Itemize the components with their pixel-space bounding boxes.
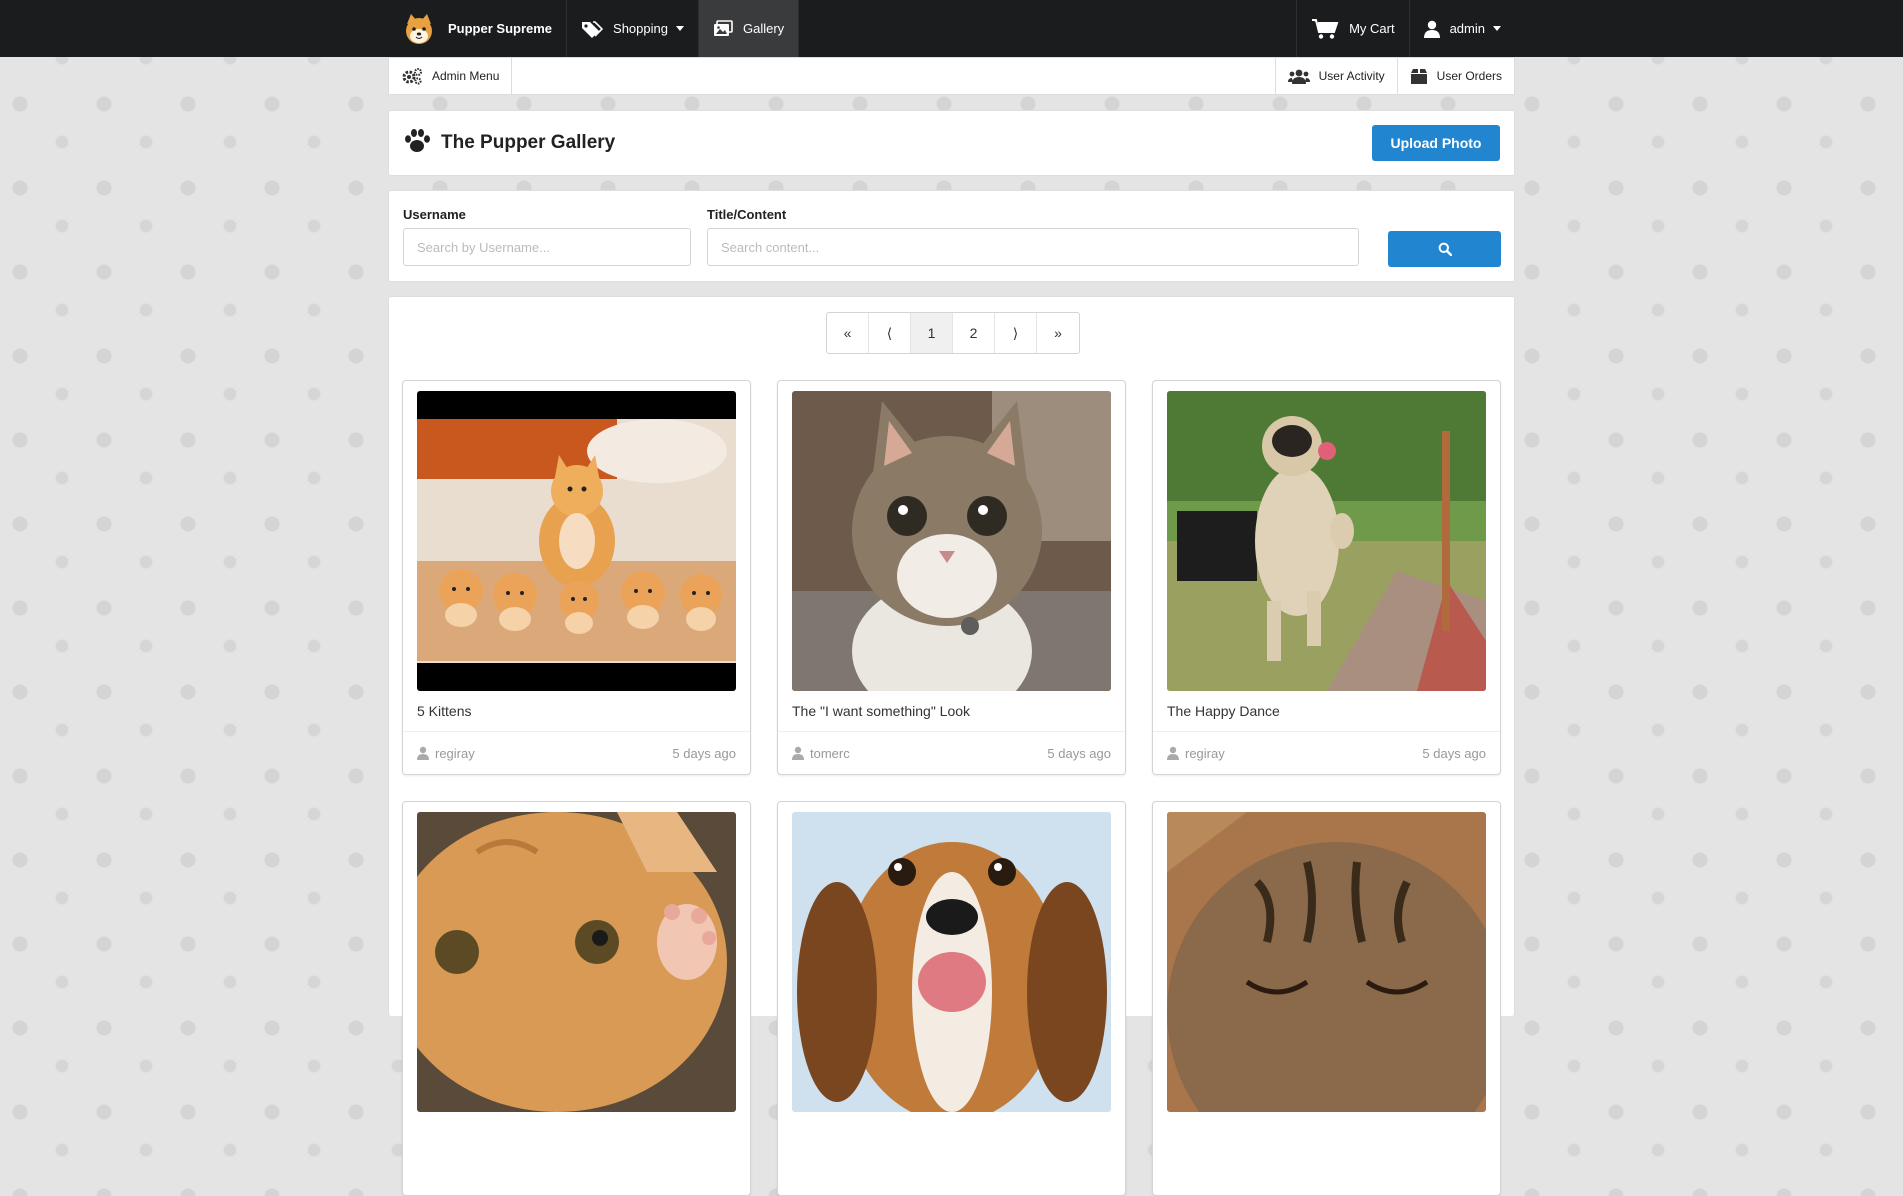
- card-timestamp: 5 days ago: [1422, 745, 1486, 761]
- username-search-input[interactable]: [403, 228, 691, 266]
- card-author[interactable]: regiray: [1167, 746, 1225, 761]
- chevron-down-icon: [675, 26, 684, 31]
- chevron-down-icon: [1493, 26, 1501, 31]
- page-2-button[interactable]: 2: [953, 313, 995, 353]
- shiba-logo-icon: [406, 13, 432, 44]
- card-title[interactable]: The "I want something" Look: [792, 703, 970, 719]
- card-meta: regiray 5 days ago: [1153, 731, 1500, 774]
- gallery-label: Gallery: [742, 21, 785, 36]
- user-label: admin: [1449, 21, 1485, 36]
- brand-link[interactable]: Pupper Supreme: [388, 0, 568, 57]
- paw-icon: [403, 128, 431, 159]
- card-author-name: regiray: [435, 745, 475, 761]
- last-page-button[interactable]: »: [1037, 313, 1079, 353]
- page-title: The Pupper Gallery: [441, 132, 616, 153]
- top-navbar-inner: Pupper Supreme Shopping Gallery My Cart: [388, 0, 1515, 57]
- admin-subnav: Admin Menu User Activity User Orders: [388, 57, 1515, 95]
- top-navbar: Pupper Supreme Shopping Gallery My Cart: [0, 0, 1903, 57]
- user-icon: [417, 746, 429, 760]
- card-meta: tomerc 5 days ago: [778, 731, 1125, 774]
- subnav-right-group: User Activity User Orders: [1274, 58, 1514, 94]
- content-label: Title/Content: [707, 207, 787, 222]
- user-orders-label: User Orders: [1436, 69, 1502, 83]
- nav-right-group: My Cart admin: [1296, 0, 1515, 57]
- user-menu[interactable]: admin: [1408, 0, 1515, 57]
- card-author-name: regiray: [1185, 745, 1225, 761]
- page-1-button[interactable]: 1: [911, 313, 953, 353]
- search-button[interactable]: [1388, 231, 1501, 267]
- search-form: Username Title/Content: [388, 190, 1515, 282]
- username-field-group: Username: [403, 207, 691, 266]
- cart-link[interactable]: My Cart: [1296, 0, 1409, 57]
- user-icon: [792, 746, 804, 760]
- card-title[interactable]: 5 Kittens: [417, 703, 471, 719]
- content-search-input[interactable]: [707, 228, 1359, 266]
- cogs-icon: [401, 67, 423, 85]
- cart-icon: [1311, 18, 1339, 40]
- next-page-button[interactable]: ⟩: [995, 313, 1037, 353]
- user-orders-link[interactable]: User Orders: [1396, 58, 1514, 94]
- pagination: « ⟨ 1 2 ⟩ »: [826, 312, 1080, 354]
- card-author[interactable]: tomerc: [792, 746, 850, 761]
- tags-icon: [581, 20, 604, 38]
- user-activity-link[interactable]: User Activity: [1274, 58, 1397, 94]
- admin-menu-link[interactable]: Admin Menu: [389, 58, 513, 94]
- gallery-menu[interactable]: Gallery: [698, 0, 800, 57]
- prev-page-button[interactable]: ⟨: [869, 313, 911, 353]
- orange-kitten-photo[interactable]: [417, 812, 736, 1112]
- gallery-card[interactable]: The "I want something" Look tomerc 5 day…: [777, 380, 1126, 775]
- shopping-menu[interactable]: Shopping: [567, 0, 699, 57]
- upload-photo-button[interactable]: Upload Photo: [1372, 125, 1500, 161]
- card-timestamp: 5 days ago: [672, 745, 736, 761]
- shopping-label: Shopping: [613, 21, 668, 36]
- gallery-header: The Pupper Gallery Upload Photo: [388, 110, 1515, 176]
- gallery-card[interactable]: [777, 801, 1126, 1196]
- admin-menu-label: Admin Menu: [432, 69, 500, 83]
- gallery-card[interactable]: 5 Kittens regiray 5 days ago: [402, 380, 751, 775]
- user-icon: [1167, 746, 1179, 760]
- users-icon: [1287, 68, 1310, 84]
- gallery-panel: « ⟨ 1 2 ⟩ » 5 Kittens regiray 5 days ago…: [388, 296, 1515, 1196]
- gallery-card[interactable]: [1152, 801, 1501, 1196]
- card-author-name: tomerc: [810, 745, 850, 761]
- dancing-pug-photo[interactable]: [1167, 391, 1486, 691]
- images-icon: [713, 20, 733, 37]
- beagle-puppy-photo[interactable]: [792, 812, 1111, 1112]
- box-icon: [1410, 68, 1428, 84]
- kittens-photo[interactable]: [417, 391, 736, 691]
- card-author[interactable]: regiray: [417, 746, 475, 761]
- card-title[interactable]: The Happy Dance: [1167, 703, 1280, 719]
- content-field-group: Title/Content: [707, 207, 1359, 266]
- brand-name: Pupper Supreme: [448, 21, 553, 36]
- search-icon: [1438, 242, 1452, 256]
- tabby-cat-photo[interactable]: [792, 391, 1111, 691]
- card-meta: regiray 5 days ago: [403, 731, 750, 774]
- gallery-card[interactable]: [402, 801, 751, 1196]
- sleepy-tabby-photo[interactable]: [1167, 812, 1486, 1112]
- user-icon: [1423, 20, 1440, 38]
- first-page-button[interactable]: «: [827, 313, 869, 353]
- username-label: Username: [403, 207, 466, 222]
- user-activity-label: User Activity: [1318, 69, 1385, 83]
- gallery-card[interactable]: The Happy Dance regiray 5 days ago: [1152, 380, 1501, 775]
- cart-label: My Cart: [1349, 21, 1395, 36]
- card-timestamp: 5 days ago: [1047, 745, 1111, 761]
